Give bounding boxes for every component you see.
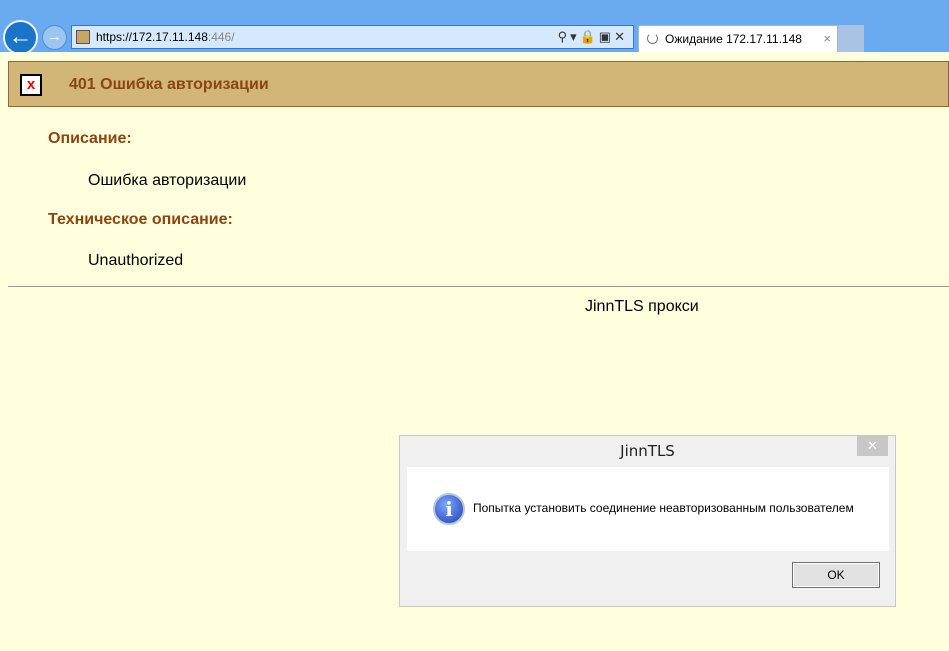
tab-title: Ожидание 172.17.11.148 — [665, 32, 802, 46]
dialog-message: Попытка установить соединение неавторизо… — [473, 501, 854, 515]
address-bar[interactable]: https://172.17.11.148:446/ ⚲▾🔒▣✕ — [71, 25, 634, 49]
new-tab-button[interactable] — [838, 25, 864, 52]
error-banner: x 401 Ошибка авторизации — [8, 61, 949, 107]
info-icon: i — [433, 493, 465, 525]
url-port: :446/ — [207, 30, 235, 44]
dialog-title: JinnTLS — [620, 442, 675, 460]
tab-active[interactable]: Ожидание 172.17.11.148 × — [638, 25, 838, 52]
description-label: Описание: — [48, 130, 132, 147]
url-host: https://172.17.11.148 — [96, 30, 208, 44]
page-title: 401 Ошибка авторизации — [69, 76, 269, 93]
tech-description-value: Unauthorized — [88, 252, 184, 269]
tab-close-icon[interactable]: × — [823, 26, 831, 52]
divider — [8, 286, 949, 287]
back-button[interactable]: ← — [3, 20, 38, 55]
description-value: Ошибка авторизации — [88, 172, 247, 189]
dialog-close-button[interactable]: ✕ — [857, 436, 888, 456]
browser-toolbar: ← → https://172.17.11.148:446/ ⚲▾🔒▣✕ Ожи… — [0, 0, 949, 56]
address-tools-icon[interactable]: ⚲▾🔒▣✕ — [558, 26, 628, 48]
message-dialog: JinnTLS ✕ i Попытка установить соединени… — [399, 435, 896, 607]
error-icon: x — [20, 74, 42, 96]
forward-button[interactable]: → — [42, 25, 67, 50]
footer-text: JinnTLS прокси — [585, 298, 699, 315]
tech-description-label: Техническое описание: — [48, 211, 233, 228]
loading-icon — [647, 33, 658, 44]
ok-button[interactable]: OK — [792, 562, 880, 588]
favicon-icon — [76, 30, 90, 44]
